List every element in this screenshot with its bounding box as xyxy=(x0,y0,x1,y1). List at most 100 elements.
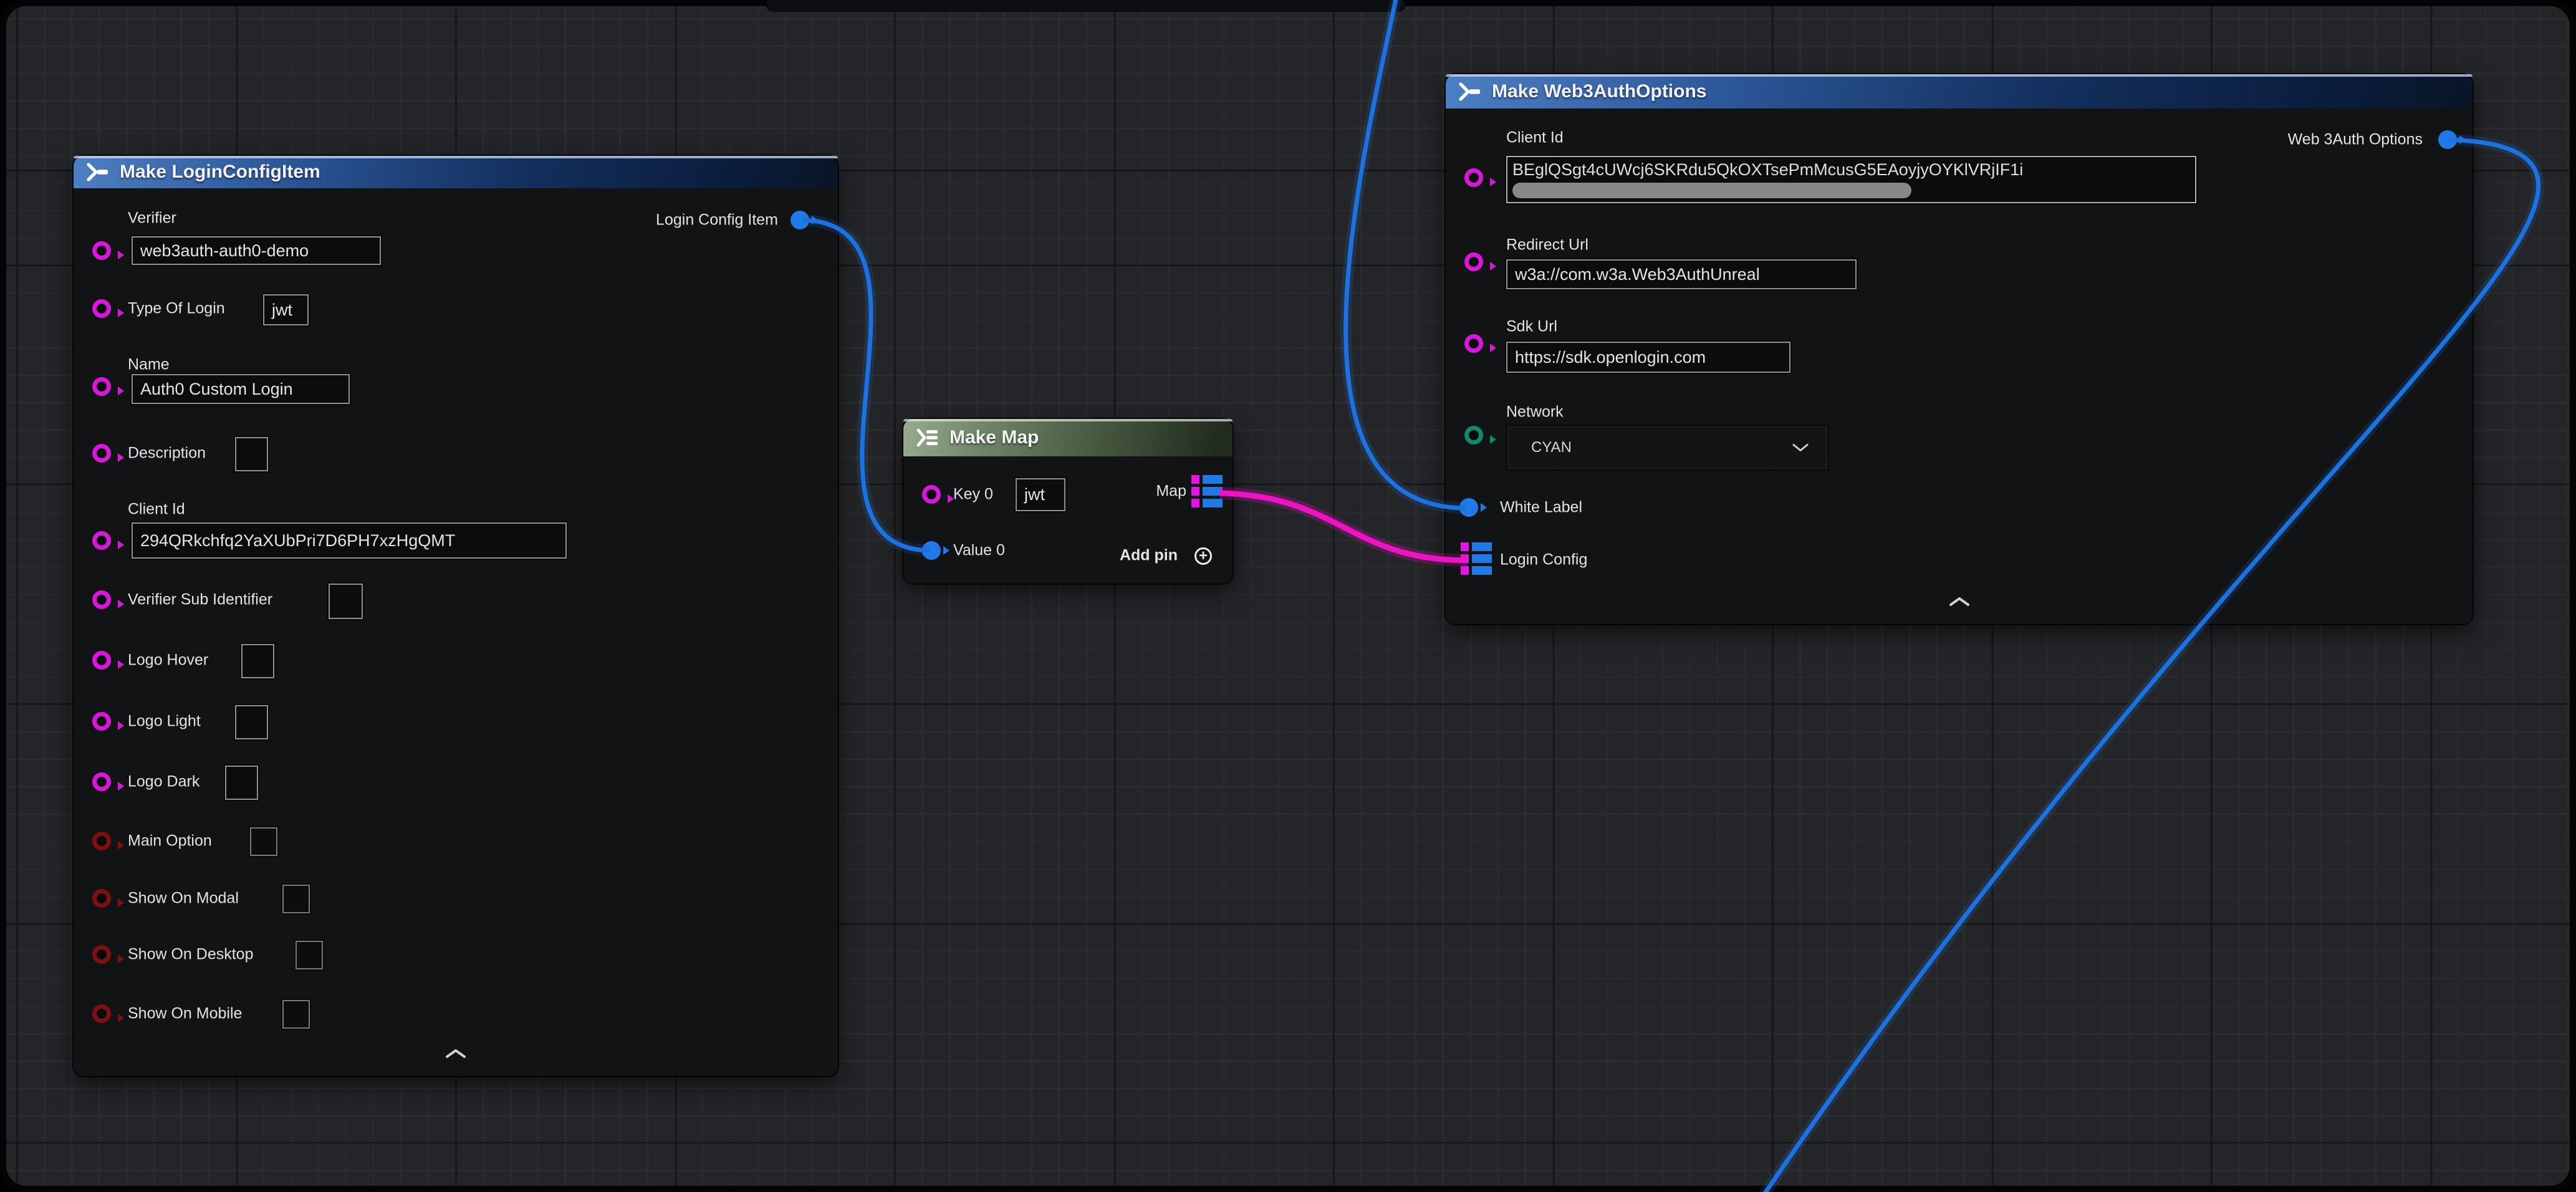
show-on-modal-label: Show On Modal xyxy=(128,890,239,908)
pin-logo-hover[interactable] xyxy=(92,651,111,670)
network-value: CYAN xyxy=(1531,439,1572,456)
pin-description[interactable] xyxy=(92,444,111,463)
map-output-label: Map xyxy=(1156,483,1186,501)
output-label-login-config-item: Login Config Item xyxy=(656,211,778,229)
node-title: Make Web3AuthOptions xyxy=(1492,81,1706,102)
pin-client-id[interactable] xyxy=(1464,168,1483,187)
redirect-url-label: Redirect Url xyxy=(1506,236,1588,254)
pin-network[interactable] xyxy=(1464,426,1483,445)
key-0-value: jwt xyxy=(1024,485,1045,504)
client-id-input[interactable]: 294QRkchfq2YaXUbPri7D6PH7xzHgQMT xyxy=(132,522,567,559)
client-id-input[interactable]: BEglQSgt4cUWcj6SKRdu5QkOXTsePmMcusG5EAoy… xyxy=(1506,156,2196,203)
client-id-label: Client Id xyxy=(1506,129,1564,147)
node-make-loginconfigitem[interactable]: Make LoginConfigItem Login Config Item V… xyxy=(74,156,838,1076)
chevron-down-icon xyxy=(1792,444,1809,452)
verifier-input[interactable]: web3auth-auth0-demo xyxy=(132,236,381,265)
make-struct-icon xyxy=(1457,82,1482,101)
sdk-url-label: Sdk Url xyxy=(1506,318,1557,336)
pin-show-on-desktop[interactable] xyxy=(92,945,111,964)
verifier-sub-identifier-label: Verifier Sub Identifier xyxy=(128,591,272,609)
pin-output-web3auth-options[interactable] xyxy=(2438,130,2457,149)
make-struct-icon xyxy=(85,163,110,181)
show-on-mobile-checkbox[interactable] xyxy=(282,1000,310,1029)
pin-value-0[interactable] xyxy=(922,541,941,560)
show-on-mobile-label: Show On Mobile xyxy=(128,1005,242,1023)
client-id-value: 294QRkchfq2YaXUbPri7D6PH7xzHgQMT xyxy=(140,531,455,550)
type-of-login-input[interactable]: jwt xyxy=(263,294,309,325)
chevron-up-icon xyxy=(445,1049,466,1059)
pin-logo-light[interactable] xyxy=(92,712,111,731)
client-id-label: Client Id xyxy=(128,501,185,519)
white-label-label: White Label xyxy=(1500,499,1582,517)
value-0-label: Value 0 xyxy=(953,542,1005,560)
logo-light-label: Logo Light xyxy=(128,713,201,731)
chevron-up-icon xyxy=(1949,597,1970,607)
node-title: Make Map xyxy=(949,427,1039,448)
network-label: Network xyxy=(1506,403,1564,421)
graph-canvas[interactable]: Make LoginConfigItem Login Config Item V… xyxy=(0,0,2576,1192)
redirect-url-value: w3a://com.w3a.Web3AuthUnreal xyxy=(1515,265,1760,284)
pin-verifier-sub-identifier[interactable] xyxy=(92,590,111,609)
verifier-sub-identifier-input[interactable] xyxy=(329,584,363,619)
pin-name[interactable] xyxy=(92,377,111,396)
wire-map-to-loginconfig[interactable] xyxy=(1219,493,1468,560)
pin-logo-dark[interactable] xyxy=(92,772,111,791)
node-header-make-map[interactable]: Make Map xyxy=(903,419,1233,456)
show-on-desktop-label: Show On Desktop xyxy=(128,946,254,964)
logo-dark-input[interactable] xyxy=(225,766,258,800)
pin-verifier[interactable] xyxy=(92,241,111,260)
pin-main-option[interactable] xyxy=(92,832,111,850)
collapse-node-button[interactable] xyxy=(1949,597,1970,610)
offscreen-node-fragment xyxy=(767,0,1405,11)
pin-output-map[interactable] xyxy=(1191,475,1223,507)
logo-hover-input[interactable] xyxy=(241,644,274,678)
node-title: Make LoginConfigItem xyxy=(120,161,320,183)
pin-show-on-modal[interactable] xyxy=(92,889,111,908)
blueprint-editor: Make LoginConfigItem Login Config Item V… xyxy=(0,0,2576,1192)
show-on-modal-checkbox[interactable] xyxy=(282,885,310,913)
key-0-input[interactable]: jwt xyxy=(1016,478,1065,511)
key-0-label: Key 0 xyxy=(953,486,993,504)
show-on-desktop-checkbox[interactable] xyxy=(296,941,323,969)
horizontal-scrollbar[interactable] xyxy=(1512,183,1911,198)
pin-key-0[interactable] xyxy=(922,485,941,504)
sdk-url-value: https://sdk.openlogin.com xyxy=(1515,348,1706,367)
node-header-make-web3authoptions[interactable]: Make Web3AuthOptions xyxy=(1446,74,2473,108)
type-of-login-value: jwt xyxy=(272,300,292,320)
type-of-login-label: Type Of Login xyxy=(128,300,225,318)
pin-output-login-config-item[interactable] xyxy=(791,211,809,229)
redirect-url-input[interactable]: w3a://com.w3a.Web3AuthUnreal xyxy=(1506,259,1857,289)
pin-login-config[interactable] xyxy=(1461,542,1492,575)
description-input[interactable] xyxy=(235,437,268,471)
pin-redirect-url[interactable] xyxy=(1464,252,1483,271)
name-label: Name xyxy=(128,356,170,374)
output-label-web3auth-options: Web 3Auth Options xyxy=(2288,131,2423,149)
pin-show-on-mobile[interactable] xyxy=(92,1004,111,1023)
name-value: Auth0 Custom Login xyxy=(140,380,293,399)
sdk-url-input[interactable]: https://sdk.openlogin.com xyxy=(1506,342,1790,373)
logo-dark-label: Logo Dark xyxy=(128,773,199,791)
logo-light-input[interactable] xyxy=(235,705,268,739)
wire-map-to-loginconfig-glow xyxy=(1219,493,1468,560)
login-config-label: Login Config xyxy=(1500,551,1587,569)
add-pin-icon[interactable]: + xyxy=(1194,547,1212,565)
verifier-label: Verifier xyxy=(128,209,176,228)
logo-hover-label: Logo Hover xyxy=(128,651,208,670)
main-option-label: Main Option xyxy=(128,832,212,850)
pin-client-id[interactable] xyxy=(92,531,111,550)
add-pin-label: Add pin xyxy=(1120,547,1178,565)
name-input[interactable]: Auth0 Custom Login xyxy=(132,374,350,404)
pin-type-of-login[interactable] xyxy=(92,299,111,318)
verifier-value: web3auth-auth0-demo xyxy=(140,241,309,261)
main-option-checkbox[interactable] xyxy=(250,827,277,856)
description-label: Description xyxy=(128,445,206,463)
node-make-map[interactable]: Make Map Key 0 jwt Value 0 Map Add pin + xyxy=(903,419,1233,584)
make-map-icon xyxy=(915,428,940,448)
client-id-value: BEglQSgt4cUWcj6SKRdu5QkOXTsePmMcusG5EAoy… xyxy=(1507,157,2195,180)
node-make-web3authoptions[interactable]: Make Web3AuthOptions Web 3Auth Options C… xyxy=(1446,74,2473,624)
node-header-make-loginconfigitem[interactable]: Make LoginConfigItem xyxy=(74,156,838,188)
network-select[interactable]: CYAN xyxy=(1506,425,1829,470)
pin-sdk-url[interactable] xyxy=(1464,334,1483,353)
collapse-node-button[interactable] xyxy=(445,1049,466,1062)
pin-white-label[interactable] xyxy=(1459,498,1478,517)
